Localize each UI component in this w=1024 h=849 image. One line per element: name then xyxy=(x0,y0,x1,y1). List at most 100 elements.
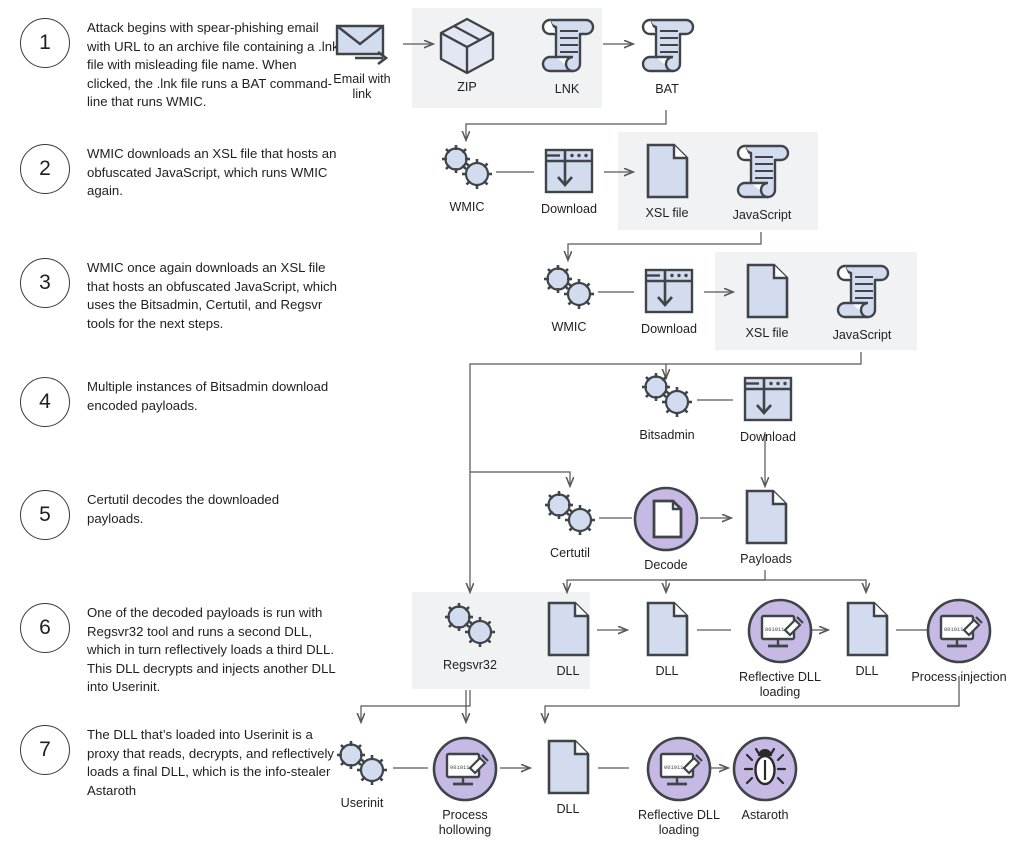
step-5: 5 Certutil decodes the downloaded payloa… xyxy=(20,490,339,540)
file-icon xyxy=(640,140,694,202)
node-wmic-1: WMIC xyxy=(432,142,502,215)
svg-text:001011: 001011 xyxy=(450,765,469,771)
node-reflective-dll-loading-2-label: Reflective DLL loading xyxy=(638,808,720,837)
gears-icon xyxy=(437,600,503,654)
svg-text:001011: 001011 xyxy=(765,627,784,633)
node-download-1: Download xyxy=(534,144,604,217)
node-userinit: Userinit xyxy=(327,738,397,811)
node-wmic-2-label: WMIC xyxy=(551,320,587,334)
node-reflective-dll-loading-2: 001011 Reflective DLL loading xyxy=(629,734,729,838)
step-4-number: 4 xyxy=(20,377,70,427)
node-xsl-file-2-label: XSL file xyxy=(745,326,789,340)
node-bat: BAT xyxy=(632,12,702,97)
svg-text:001011: 001011 xyxy=(664,765,683,771)
step-6-number: 6 xyxy=(20,603,70,653)
node-javascript-2-label: JavaScript xyxy=(832,328,892,342)
step-4-text: Multiple instances of Bitsadmin download… xyxy=(87,379,329,413)
node-decode: Decode xyxy=(631,484,701,573)
node-payloads: Payloads xyxy=(731,486,801,567)
node-download-3: Download xyxy=(733,372,803,445)
zip-box-icon xyxy=(434,14,500,76)
step-1: 1 Attack begins with spear-phishing emai… xyxy=(20,18,339,112)
step-4: 4 Multiple instances of Bitsadmin downlo… xyxy=(20,377,339,427)
node-zip-label: ZIP xyxy=(457,80,477,94)
svg-text:001011: 001011 xyxy=(944,627,963,633)
scroll-icon xyxy=(729,138,795,204)
node-userinit-label: Userinit xyxy=(340,796,384,810)
node-regsvr32: Regsvr32 xyxy=(435,600,505,673)
node-download-2: Download xyxy=(634,264,704,337)
bug-icon xyxy=(730,734,800,804)
step-1-text: Attack begins with spear-phishing email … xyxy=(87,20,339,110)
download-window-icon xyxy=(638,264,700,318)
step-6: 6 One of the decoded payloads is run wit… xyxy=(20,603,339,697)
node-email-with-link: Email with link xyxy=(320,16,404,102)
file-icon xyxy=(541,736,595,798)
node-wmic-1-label: WMIC xyxy=(449,200,485,214)
node-download-1-label: Download xyxy=(540,202,597,216)
process-injection-icon: 001011 xyxy=(924,596,994,666)
node-process-injection-label: Process injection xyxy=(911,670,1007,684)
node-download-3-label: Download xyxy=(739,430,796,444)
node-process-hollowing-label: Process hollowing xyxy=(438,808,492,837)
node-dll-1-label: DLL xyxy=(556,664,580,678)
node-bitsadmin-label: Bitsadmin xyxy=(639,428,695,442)
node-lnk-label: LNK xyxy=(554,82,580,96)
gears-icon xyxy=(434,142,500,196)
reflective-dll-loading-icon: 001011 xyxy=(745,596,815,666)
node-zip: ZIP xyxy=(432,14,502,95)
node-dll-3-label: DLL xyxy=(855,664,879,678)
step-7-number: 7 xyxy=(20,725,70,775)
decode-document-icon xyxy=(631,484,701,554)
file-icon xyxy=(840,598,894,660)
gears-icon xyxy=(634,370,700,424)
file-icon xyxy=(740,260,794,322)
reflective-dll-loading-icon: 001011 xyxy=(644,734,714,804)
node-bat-label: BAT xyxy=(655,82,679,96)
node-javascript-1: JavaScript xyxy=(727,138,797,223)
gears-icon xyxy=(329,738,395,792)
file-icon xyxy=(640,598,694,660)
step-3: 3 WMIC once again downloads an XSL file … xyxy=(20,258,339,333)
step-7: 7 The DLL that’s loaded into Userinit is… xyxy=(20,725,339,800)
node-regsvr32-label: Regsvr32 xyxy=(443,658,497,672)
node-javascript-1-label: JavaScript xyxy=(732,208,792,222)
gears-icon xyxy=(536,262,602,316)
node-dll-1: DLL xyxy=(533,598,603,679)
node-certutil: Certutil xyxy=(535,488,605,561)
node-dll-4-label: DLL xyxy=(556,802,580,816)
step-1-number: 1 xyxy=(20,18,70,68)
node-astaroth: Astaroth xyxy=(730,734,800,823)
step-2-text: WMIC downloads an XSL file that hosts an… xyxy=(87,146,337,199)
email-icon xyxy=(331,16,393,68)
step-3-text: WMIC once again downloads an XSL file th… xyxy=(87,260,337,331)
node-xsl-file-2: XSL file xyxy=(732,260,802,341)
step-2: 2 WMIC downloads an XSL file that hosts … xyxy=(20,144,339,201)
file-icon xyxy=(541,598,595,660)
scroll-icon xyxy=(534,12,600,78)
node-astaroth-label: Astaroth xyxy=(741,808,789,822)
node-process-injection: 001011 Process injection xyxy=(905,596,1013,685)
node-wmic-2: WMIC xyxy=(534,262,604,335)
step-5-number: 5 xyxy=(20,490,70,540)
node-javascript-2: JavaScript xyxy=(827,258,897,343)
step-7-text: The DLL that’s loaded into Userinit is a… xyxy=(87,727,335,798)
node-decode-label: Decode xyxy=(644,558,688,572)
node-email-label: Email with link xyxy=(333,72,391,101)
file-icon xyxy=(739,486,793,548)
node-xsl-file-1: XSL file xyxy=(632,140,702,221)
node-dll-2: DLL xyxy=(632,598,702,679)
node-lnk: LNK xyxy=(532,12,602,97)
process-hollowing-icon: 001011 xyxy=(430,734,500,804)
node-dll-4: DLL xyxy=(533,736,603,817)
scroll-icon xyxy=(829,258,895,324)
step-6-text: One of the decoded payloads is run with … xyxy=(87,605,336,695)
node-process-hollowing: 001011 Process hollowing xyxy=(430,734,500,838)
scroll-icon xyxy=(634,12,700,78)
step-3-number: 3 xyxy=(20,258,70,308)
node-reflective-dll-loading-1: 001011 Reflective DLL loading xyxy=(730,596,830,700)
node-reflective-dll-loading-1-label: Reflective DLL loading xyxy=(739,670,821,699)
node-xsl-file-1-label: XSL file xyxy=(645,206,689,220)
node-download-2-label: Download xyxy=(640,322,697,336)
step-5-text: Certutil decodes the downloaded payloads… xyxy=(87,492,280,526)
